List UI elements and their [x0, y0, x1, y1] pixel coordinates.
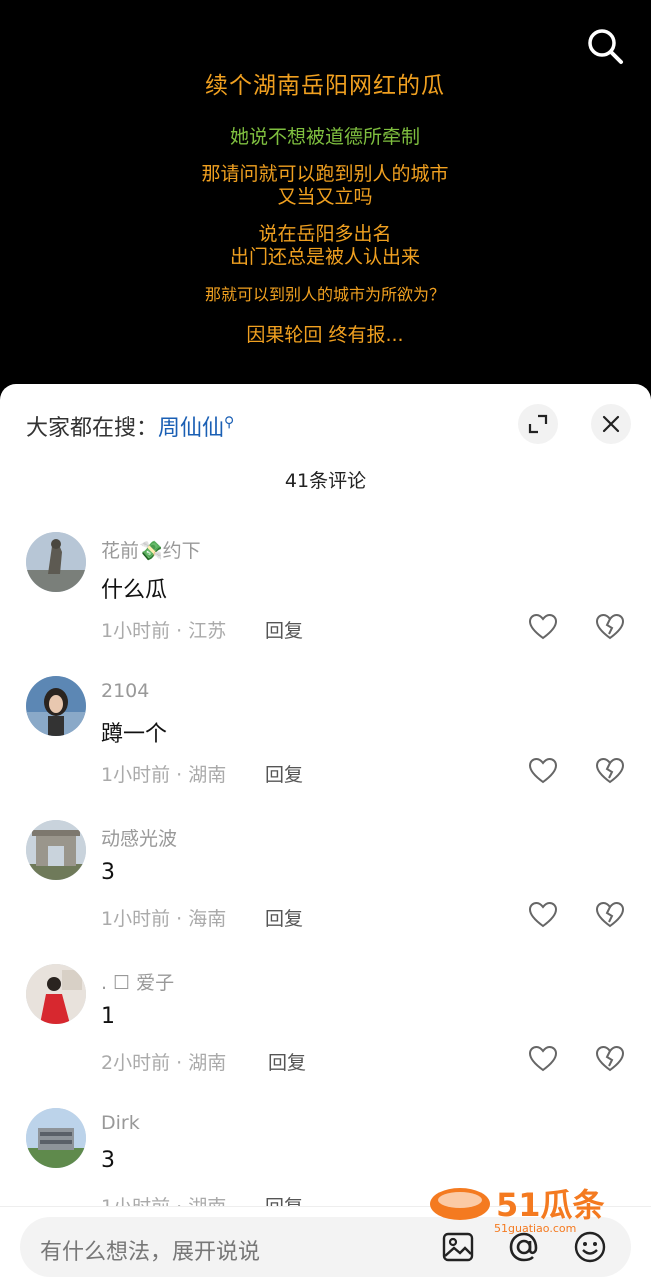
broken-heart-icon[interactable] — [595, 612, 625, 642]
avatar[interactable] — [26, 676, 86, 736]
video-caption: 续个湖南岳阳网红的瓜 她说不想被道德所牵制 那请问就可以跑到别人的城市 又当又立… — [185, 40, 465, 347]
comment-text: 蹲一个 — [101, 722, 168, 747]
expand-button[interactable] — [518, 404, 558, 444]
video-line-5: 说在岳阳多出名 — [258, 223, 392, 245]
broken-heart-icon[interactable] — [595, 1044, 625, 1074]
heart-icon[interactable] — [528, 756, 558, 786]
video-line-7: 那就可以到别人的城市为所欲为？ — [204, 285, 445, 304]
comment-input-placeholder: 有什么想法，展开说说 — [40, 1240, 261, 1265]
avatar[interactable] — [26, 532, 86, 592]
comment-meta: 1小时前 · 江苏 — [101, 620, 227, 642]
reply-button[interactable]: 回复 — [268, 1048, 306, 1075]
comment-meta: 1小时前 · 海南 — [101, 908, 227, 930]
search-icon — [588, 29, 623, 64]
reply-button[interactable]: 回复 — [265, 616, 303, 643]
close-icon — [602, 415, 620, 433]
comment-item: 动感光波 3 1小时前 · 海南 回复 — [0, 820, 651, 950]
video-line-4: 又当又立吗 — [277, 186, 373, 208]
comment-item: . ☐ 爱子 1 2小时前 · 湖南 回复 — [0, 964, 651, 1094]
comment-username[interactable]: 花前💸约下 — [101, 536, 201, 563]
trending-keyword[interactable]: 周仙仙 — [158, 416, 224, 441]
video-line-3: 那请问就可以跑到别人的城市 — [201, 163, 449, 185]
comment-username[interactable]: 2104 — [101, 680, 149, 702]
comment-meta: 1小时前 · 湖南 — [101, 764, 227, 786]
comment-text: 3 — [101, 860, 115, 885]
broken-heart-icon[interactable] — [595, 900, 625, 930]
comment-username[interactable]: Dirk — [101, 1112, 140, 1134]
heart-icon[interactable] — [528, 1044, 558, 1074]
video-line-1: 续个湖南岳阳网红的瓜 — [205, 73, 445, 99]
comment-count: 41条评论 — [284, 470, 367, 492]
trending-label: 大家都在搜： — [26, 416, 159, 441]
svg-text:51瓜条: 51瓜条 — [496, 1186, 605, 1224]
avatar[interactable] — [26, 820, 86, 880]
comment-text: 1 — [101, 1004, 115, 1029]
video-line-2: 她说不想被道德所牵制 — [229, 126, 420, 148]
video-player[interactable]: 续个湖南岳阳网红的瓜 她说不想被道德所牵制 那请问就可以跑到别人的城市 又当又立… — [0, 0, 651, 400]
comment-text: 3 — [101, 1148, 115, 1173]
reply-button[interactable]: 回复 — [265, 904, 303, 931]
expand-icon — [528, 414, 548, 434]
comment-sheet: 大家都在搜：周仙仙⚲ 41条评论 花前💸约下 什么瓜 1小时前 · 江苏 回复 … — [0, 384, 651, 1280]
close-button[interactable] — [591, 404, 631, 444]
search-button[interactable] — [585, 26, 625, 66]
reply-button[interactable]: 回复 — [265, 760, 303, 787]
comment-username[interactable]: 动感光波 — [101, 824, 177, 851]
svg-text:51guatiao.com: 51guatiao.com — [494, 1222, 576, 1235]
avatar[interactable] — [26, 964, 86, 1024]
video-line-8: 因果轮回 终有报... — [246, 324, 404, 346]
comment-username[interactable]: . ☐ 爱子 — [101, 968, 174, 995]
trending-search[interactable]: 大家都在搜：周仙仙⚲ — [26, 410, 234, 442]
search-small-icon: ⚲ — [224, 414, 235, 431]
comment-item: 2104 蹲一个 1小时前 · 湖南 回复 — [0, 676, 651, 806]
heart-icon[interactable] — [528, 900, 558, 930]
avatar[interactable] — [26, 1108, 86, 1168]
broken-heart-icon[interactable] — [595, 756, 625, 786]
comment-meta: 2小时前 · 湖南 — [101, 1052, 227, 1074]
watermark-logo: 51瓜条 51guatiao.com — [428, 1180, 633, 1236]
comment-item: 花前💸约下 什么瓜 1小时前 · 江苏 回复 — [0, 532, 651, 662]
comment-text: 什么瓜 — [101, 578, 168, 603]
heart-icon[interactable] — [528, 612, 558, 642]
video-line-6: 出门还总是被人认出来 — [229, 246, 420, 268]
